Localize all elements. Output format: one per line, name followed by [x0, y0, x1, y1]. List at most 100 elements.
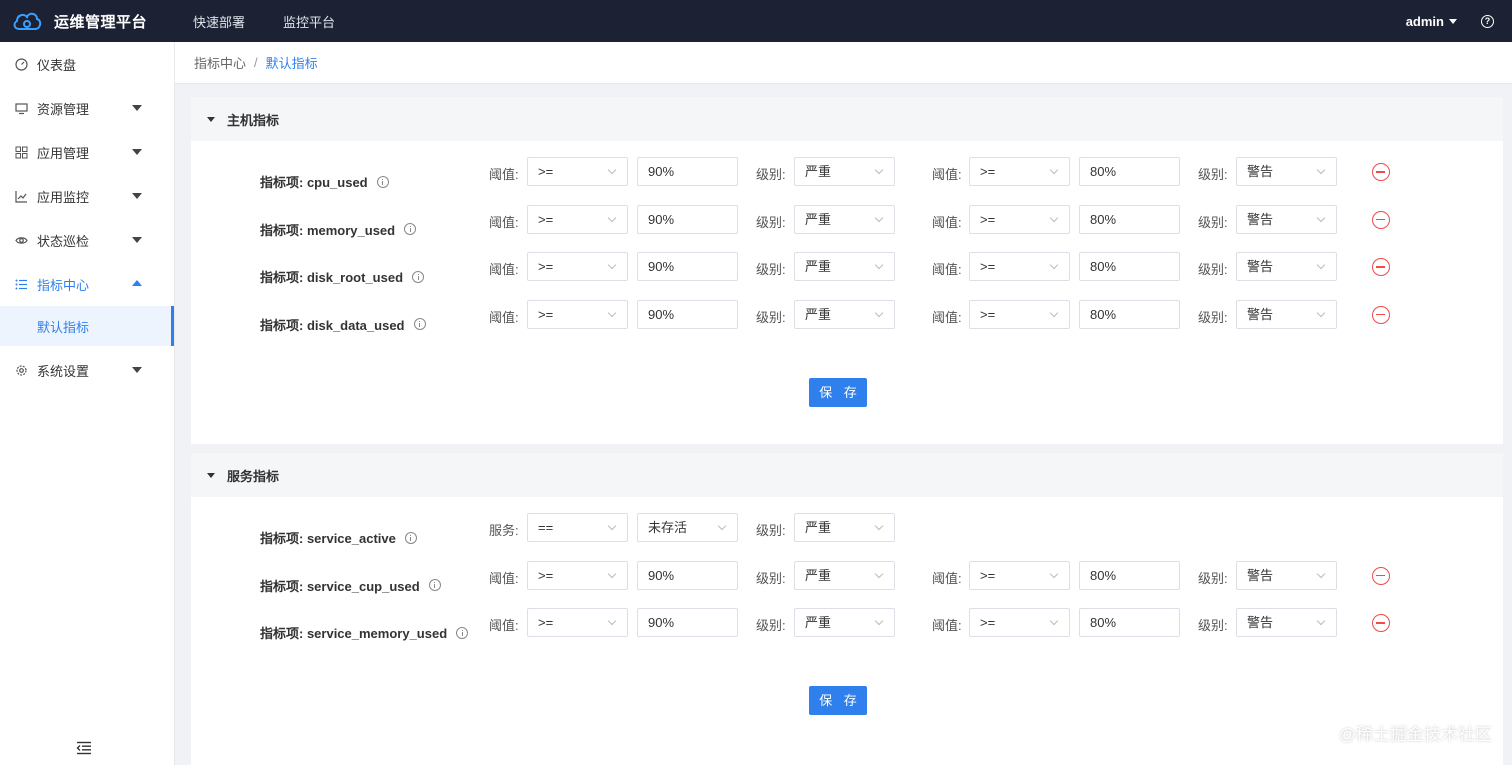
host-metrics-panel: 主机指标 指标项: cpu_used 阈值: >= 90% 级别: 严重 阈值:… — [191, 97, 1503, 444]
info-icon[interactable] — [412, 270, 425, 283]
operator-select[interactable]: >= — [969, 204, 1070, 234]
sidebar-subitem-default-metrics[interactable]: 默认指标 — [0, 306, 174, 346]
operator-select[interactable]: >= — [969, 299, 1070, 329]
level-select[interactable]: 严重 — [794, 560, 895, 590]
level-label: 级别: — [756, 214, 786, 230]
user-menu[interactable]: admin — [1406, 14, 1457, 29]
service-label: 服务: — [489, 523, 519, 538]
level-label: 级别: — [756, 523, 786, 538]
level-select[interactable]: 严重 — [794, 513, 895, 542]
save-button[interactable]: 保 存 — [809, 378, 867, 407]
info-icon[interactable] — [376, 175, 389, 188]
brand[interactable]: 运维管理平台 — [0, 9, 175, 33]
level-select[interactable]: 警告 — [1236, 157, 1337, 186]
caret-down-icon — [207, 472, 215, 478]
level-select[interactable]: 警告 — [1236, 299, 1337, 329]
metric-row-label: 指标项: service_active — [260, 528, 417, 547]
threshold-input[interactable]: 80% — [1079, 608, 1180, 637]
level-select[interactable]: 严重 — [794, 608, 895, 637]
threshold-input[interactable]: 90% — [637, 157, 738, 186]
operator-select[interactable]: >= — [969, 157, 1070, 186]
level-select[interactable]: 严重 — [794, 157, 895, 186]
breadcrumb-parent[interactable]: 指标中心 — [194, 53, 246, 72]
info-icon[interactable] — [428, 579, 441, 591]
sidebar-item-dashboard[interactable]: 仪表盘 — [0, 42, 174, 86]
operator-select[interactable]: >= — [969, 560, 1070, 590]
collapse-sidebar-icon[interactable] — [76, 741, 92, 755]
remove-row-icon[interactable] — [1372, 614, 1390, 632]
threshold-label: 阈值: — [932, 618, 962, 633]
metric-name: 指标项: disk_root_used — [260, 270, 404, 285]
top-nav: 快速部署 监控平台 — [193, 12, 373, 31]
panel-header[interactable]: 主机指标 — [191, 97, 1503, 141]
caret-down-icon — [207, 116, 215, 122]
info-icon[interactable] — [413, 318, 426, 330]
threshold-label: 阈值: — [489, 167, 519, 182]
threshold-input[interactable]: 80% — [1079, 252, 1180, 281]
threshold-input[interactable]: 90% — [637, 204, 738, 234]
operator-select[interactable]: >= — [527, 299, 628, 329]
level-label: 级别: — [1198, 570, 1228, 586]
operator-select[interactable]: >= — [527, 560, 628, 590]
metric-row-label: 指标项: service_cup_used — [260, 576, 441, 595]
threshold-input[interactable]: 90% — [637, 252, 738, 281]
save-button[interactable]: 保 存 — [809, 686, 867, 715]
threshold-input[interactable]: 80% — [1079, 204, 1180, 234]
level-label: 级别: — [1198, 262, 1228, 277]
topnav-item-deploy[interactable]: 快速部署 — [193, 12, 245, 31]
help-icon[interactable]: ? — [1481, 14, 1494, 28]
metric-row: 指标项: service_cup_used 阈值: >= 90% 级别: 严重 … — [191, 560, 1503, 609]
level-select[interactable]: 警告 — [1236, 560, 1337, 590]
threshold-label: 阈值: — [489, 262, 519, 277]
threshold-label: 阈值: — [932, 262, 962, 277]
info-icon[interactable] — [404, 223, 417, 235]
remove-row-icon[interactable] — [1372, 258, 1390, 276]
cloud-logo-icon — [13, 12, 42, 30]
operator-select[interactable]: >= — [969, 252, 1070, 281]
sidebar-item-resources[interactable]: 资源管理 — [0, 86, 174, 130]
remove-row-icon[interactable] — [1372, 566, 1390, 585]
metric-row-label: 指标项: service_memory_used — [260, 623, 469, 642]
threshold-input[interactable]: 90% — [637, 560, 738, 590]
caret-down-icon — [132, 237, 142, 243]
sidebar-item-label: 系统设置 — [37, 363, 90, 379]
threshold-input[interactable]: 80% — [1079, 560, 1180, 590]
sidebar-item-apps[interactable]: 应用管理 — [0, 130, 174, 174]
operator-select[interactable]: >= — [527, 157, 628, 186]
remove-row-icon[interactable] — [1372, 163, 1390, 181]
level-select[interactable]: 严重 — [794, 204, 895, 234]
operator-select[interactable]: >= — [527, 204, 628, 234]
remove-row-icon[interactable] — [1372, 210, 1390, 229]
monitor-icon — [14, 101, 28, 115]
level-select[interactable]: 警告 — [1236, 608, 1337, 637]
info-icon[interactable] — [456, 626, 469, 639]
service-rows: 指标项: service_active 服务: == 未存活 级别: 严重 指标… — [191, 497, 1503, 656]
operator-select[interactable]: >= — [969, 608, 1070, 637]
sidebar-item-inspection[interactable]: 状态巡检 — [0, 218, 174, 262]
info-icon[interactable] — [404, 531, 417, 544]
operator-select[interactable]: == — [527, 513, 628, 542]
threshold-input[interactable]: 90% — [637, 299, 738, 329]
top-bar: 运维管理平台 快速部署 监控平台 admin ? — [0, 0, 1512, 42]
panel-header[interactable]: 服务指标 — [191, 453, 1503, 497]
level-label: 级别: — [1198, 167, 1228, 182]
level-select[interactable]: 警告 — [1236, 252, 1337, 281]
threshold-label: 阈值: — [932, 309, 962, 325]
threshold-label: 阈值: — [932, 167, 962, 182]
sidebar-item-metrics[interactable]: 指标中心 — [0, 262, 174, 306]
sidebar-item-app-monitor[interactable]: 应用监控 — [0, 174, 174, 218]
operator-select[interactable]: >= — [527, 252, 628, 281]
panel-title: 主机指标 — [227, 112, 280, 128]
level-select[interactable]: 警告 — [1236, 204, 1337, 234]
threshold-input[interactable]: 80% — [1079, 157, 1180, 186]
service-status-select[interactable]: 未存活 — [637, 513, 738, 542]
operator-select[interactable]: >= — [527, 608, 628, 637]
threshold-input[interactable]: 80% — [1079, 299, 1180, 329]
threshold-label: 阈值: — [489, 570, 519, 586]
threshold-input[interactable]: 90% — [637, 608, 738, 637]
sidebar-item-settings[interactable]: 系统设置 — [0, 348, 174, 392]
level-select[interactable]: 严重 — [794, 299, 895, 329]
level-select[interactable]: 严重 — [794, 252, 895, 281]
remove-row-icon[interactable] — [1372, 305, 1390, 324]
topnav-item-monitor[interactable]: 监控平台 — [283, 12, 335, 31]
